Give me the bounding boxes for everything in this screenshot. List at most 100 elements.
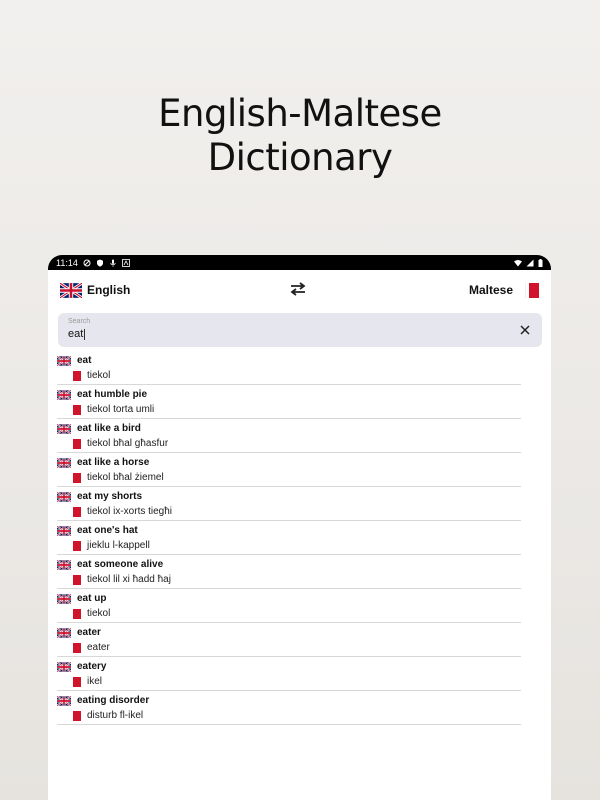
malta-flag-icon <box>73 574 81 585</box>
maltese-entry: tiekol ix-xorts tiegħi <box>73 506 172 517</box>
english-term: eat <box>77 355 92 366</box>
maltese-translation: tiekol <box>87 608 111 619</box>
signal-icon <box>526 259 534 266</box>
list-item[interactable]: eating disorder disturb fl-ikel <box>57 691 521 725</box>
list-item[interactable]: eat tiekol <box>57 351 521 385</box>
close-icon[interactable] <box>519 324 531 336</box>
page-headline: English-Maltese Dictionary <box>0 92 600 180</box>
maltese-entry: tiekol lil xi ħadd ħaj <box>73 574 171 585</box>
english-term: eater <box>77 627 101 638</box>
status-time: 11:14 <box>56 257 78 268</box>
maltese-translation: ikel <box>87 676 103 687</box>
english-entry: eating disorder <box>57 695 149 706</box>
uk-flag-icon <box>57 593 71 604</box>
swap-arrows-icon[interactable] <box>289 282 307 296</box>
uk-flag-icon <box>57 457 71 468</box>
english-entry: eat <box>57 355 91 366</box>
malta-flag-icon <box>73 540 81 551</box>
source-language-selector[interactable]: English <box>60 282 131 298</box>
malta-flag-icon <box>73 710 81 721</box>
target-language-selector[interactable]: Maltese <box>468 282 539 298</box>
maltese-translation: tiekol bħal żiemel <box>87 472 164 483</box>
maltese-translation: jieklu l-kappell <box>87 540 150 551</box>
english-entry: eater <box>57 627 101 638</box>
english-term: eat like a horse <box>77 457 150 468</box>
english-term: eating disorder <box>77 695 150 706</box>
list-item[interactable]: eater eater <box>57 623 521 657</box>
english-term: eat humble pie <box>77 389 148 400</box>
maltese-entry: eater <box>73 642 110 653</box>
list-item[interactable]: eat humble pie tiekol torta umli <box>57 385 521 419</box>
english-entry: eat someone alive <box>57 559 163 570</box>
english-entry: eat like a horse <box>57 457 149 468</box>
uk-flag-icon <box>57 491 71 502</box>
uk-flag-icon <box>57 695 71 706</box>
maltese-entry: disturb fl-ikel <box>73 710 143 721</box>
english-entry: eat one's hat <box>57 525 138 536</box>
search-input[interactable]: eat <box>68 328 85 340</box>
maltese-entry: tiekol <box>73 370 110 381</box>
malta-flag-icon <box>73 438 81 449</box>
english-entry: eat up <box>57 593 106 604</box>
english-entry: eat like a bird <box>57 423 141 434</box>
maltese-translation: tiekol lil xi ħadd ħaj <box>87 574 171 585</box>
target-language-label: Maltese <box>468 283 513 297</box>
list-item[interactable]: eatery ikel <box>57 657 521 691</box>
uk-flag-icon <box>57 627 71 638</box>
uk-flag-icon <box>57 355 71 366</box>
uk-flag-icon <box>57 661 71 672</box>
uk-flag-icon <box>57 559 71 570</box>
malta-flag-icon <box>526 282 539 298</box>
source-language-label: English <box>87 283 131 297</box>
uk-flag-icon <box>57 525 71 536</box>
battery-icon <box>538 258 543 267</box>
uk-flag-icon <box>57 423 71 434</box>
mic-icon <box>110 259 116 267</box>
maltese-translation: tiekol <box>87 370 111 381</box>
list-item[interactable]: eat someone alive tiekol lil xi ħadd ħaj <box>57 555 521 589</box>
language-bar: English Maltese <box>48 270 551 310</box>
english-entry: eat humble pie <box>57 389 147 400</box>
maltese-entry: jieklu l-kappell <box>73 540 150 551</box>
maltese-translation: disturb fl-ikel <box>87 710 144 721</box>
headline-line-1: English-Maltese <box>158 92 442 135</box>
wifi-icon <box>514 259 522 266</box>
english-term: eat like a bird <box>77 423 141 434</box>
list-item[interactable]: eat up tiekol <box>57 589 521 623</box>
list-item[interactable]: eat my shorts tiekol ix-xorts tiegħi <box>57 487 521 521</box>
english-term: eat one's hat <box>77 525 138 536</box>
maltese-entry: tiekol <box>73 608 110 619</box>
shield-icon <box>96 259 103 267</box>
search-placeholder: Search <box>68 318 91 325</box>
malta-flag-icon <box>73 370 81 381</box>
uk-flag-icon <box>60 282 82 298</box>
maltese-entry: ikel <box>73 676 102 687</box>
english-term: eatery <box>77 661 107 672</box>
english-term: eat up <box>77 593 107 604</box>
list-item[interactable]: eat like a bird tiekol bħal għasfur <box>57 419 521 453</box>
english-term: eat my shorts <box>77 491 143 502</box>
maltese-entry: tiekol bħal għasfur <box>73 438 168 449</box>
malta-flag-icon <box>73 506 81 517</box>
english-term: eat someone alive <box>77 559 164 570</box>
device-screen: 11:14 English Maltese Search eat eat tie… <box>48 255 551 800</box>
maltese-translation: eater <box>87 642 110 653</box>
list-item[interactable]: eat one's hat jieklu l-kappell <box>57 521 521 555</box>
malta-flag-icon <box>73 404 81 415</box>
english-entry: eatery <box>57 661 106 672</box>
malta-flag-icon <box>73 608 81 619</box>
maltese-translation: tiekol bħal għasfur <box>87 438 169 449</box>
uk-flag-icon <box>57 389 71 400</box>
english-entry: eat my shorts <box>57 491 142 502</box>
list-item[interactable]: eat like a horse tiekol bħal żiemel <box>57 453 521 487</box>
maltese-translation: tiekol ix-xorts tiegħi <box>87 506 173 517</box>
maltese-entry: tiekol torta umli <box>73 404 154 415</box>
headline-line-2: Dictionary <box>207 136 393 179</box>
search-field[interactable]: Search eat <box>58 313 542 347</box>
maltese-translation: tiekol torta umli <box>87 404 155 415</box>
maltese-entry: tiekol bħal żiemel <box>73 472 164 483</box>
privacy-icon <box>83 259 91 266</box>
results-list: eat tiekol eat humble pie tiekol torta umli… <box>48 351 551 725</box>
malta-flag-icon <box>73 676 81 687</box>
status-bar: 11:14 <box>48 255 551 270</box>
